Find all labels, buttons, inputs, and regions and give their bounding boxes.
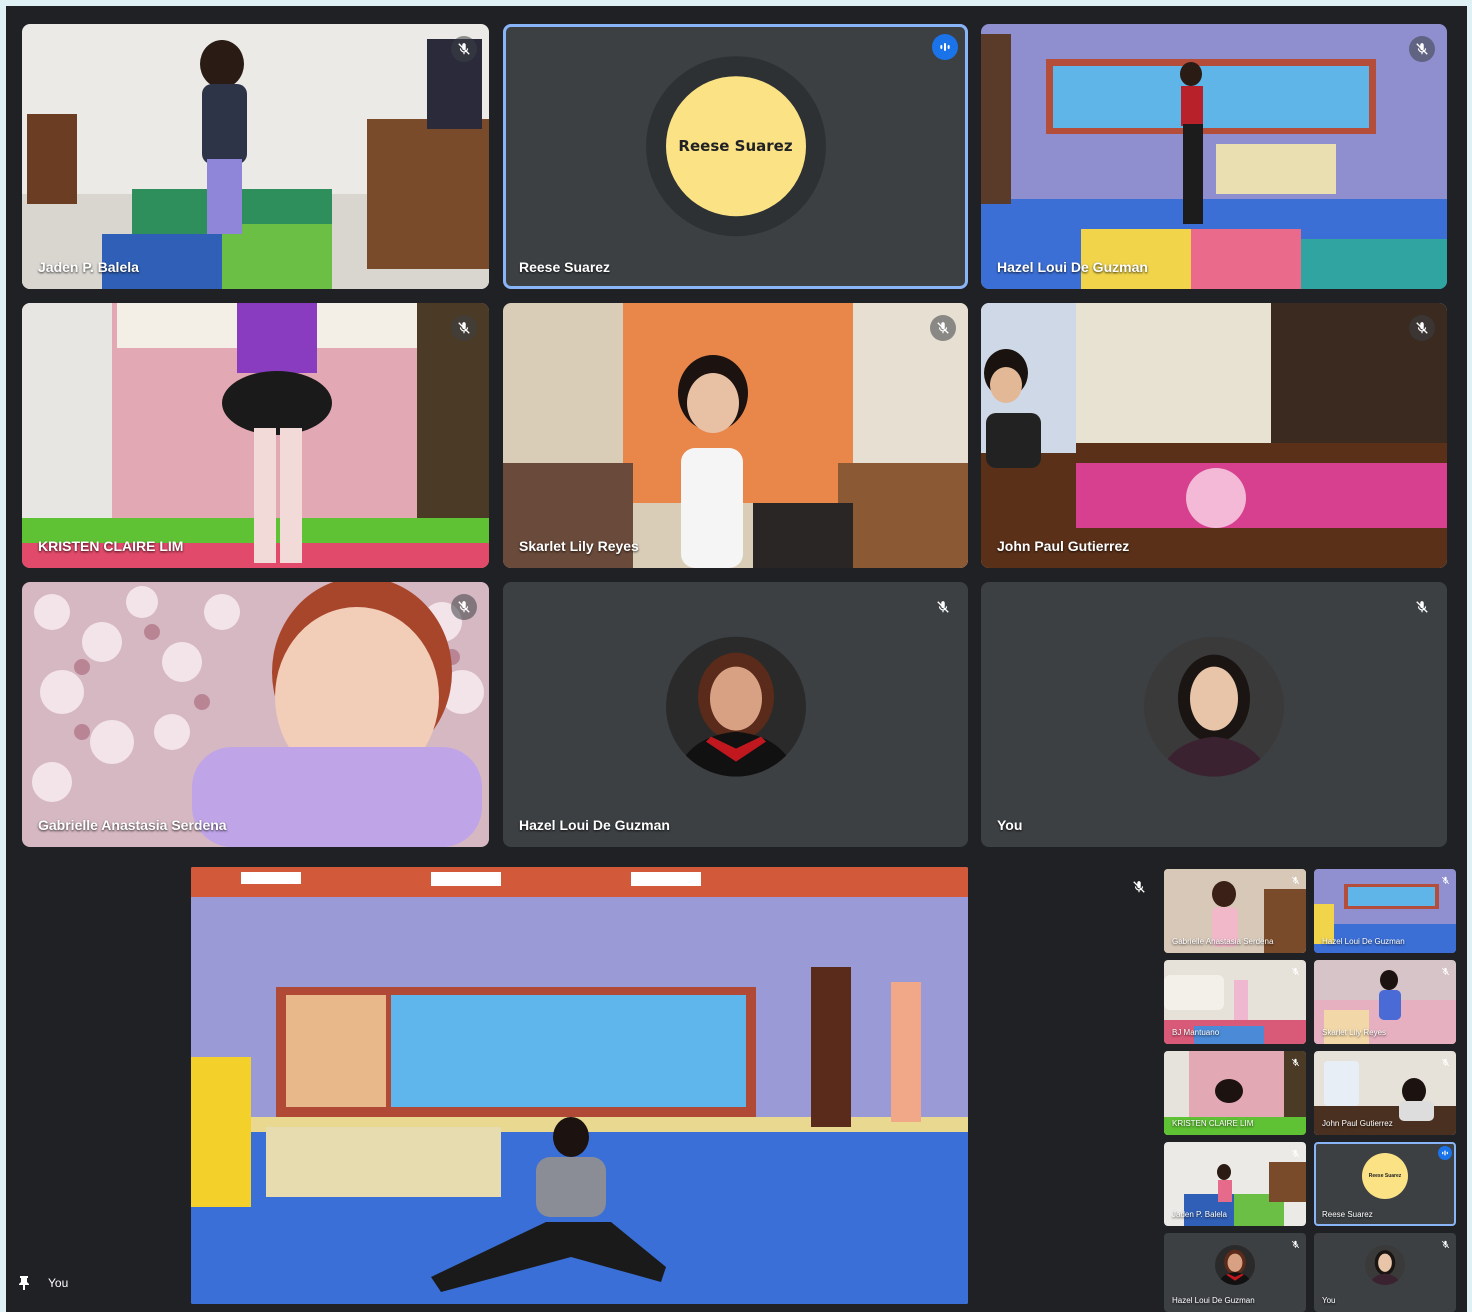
mic-off-icon xyxy=(1409,594,1435,620)
participant-tile-self[interactable]: You xyxy=(981,582,1447,847)
thumbnail-hazel-avatar[interactable]: Hazel Loui De Guzman xyxy=(1164,1233,1306,1312)
thumbnail-hazel-video[interactable]: Hazel Loui De Guzman xyxy=(1314,869,1456,953)
participant-name: Jaden P. Balela xyxy=(38,259,139,275)
thumbnail-self[interactable]: You xyxy=(1314,1233,1456,1312)
thumbnail-name: Hazel Loui De Guzman xyxy=(1322,937,1405,946)
participant-name: Gabrielle Anastasia Serdena xyxy=(38,817,227,833)
participant-name: Hazel Loui De Guzman xyxy=(997,259,1148,275)
participant-name: Hazel Loui De Guzman xyxy=(519,817,670,833)
participant-name: KRISTEN CLAIRE LIM xyxy=(38,538,184,554)
thumbnail-jaden[interactable]: Jaden P. Balela xyxy=(1164,1142,1306,1226)
thumbnail-reese[interactable]: Reese Suarez Reese Suarez xyxy=(1314,1142,1456,1226)
initials-avatar: Reese Suarez xyxy=(665,75,806,216)
mic-off-icon xyxy=(1409,36,1435,62)
initials-avatar: Reese Suarez xyxy=(1362,1152,1408,1199)
pinned-self-label: You xyxy=(18,1276,68,1290)
speaking-indicator-icon xyxy=(1438,1146,1452,1160)
thumbnail-name: You xyxy=(1322,1296,1336,1305)
speaking-indicator-icon xyxy=(932,34,958,60)
mic-off-icon xyxy=(1288,1055,1302,1069)
participant-name: Reese Suarez xyxy=(519,259,611,275)
mic-off-icon xyxy=(930,315,956,341)
participant-tile-jaden[interactable]: Jaden P. Balela xyxy=(22,24,489,289)
mic-off-icon xyxy=(1288,1237,1302,1251)
thumbnail-name: Hazel Loui De Guzman xyxy=(1172,1296,1255,1305)
video-feed xyxy=(191,867,968,1304)
thumbnail-name: Skarlet Lily Reyes xyxy=(1322,1028,1387,1037)
mic-off-icon xyxy=(1126,874,1152,900)
mic-off-icon xyxy=(451,36,477,62)
mic-off-icon xyxy=(1438,964,1452,978)
pinned-layout: You Gabrielle Anastasia Serdena Hazel Lo… xyxy=(6,860,1467,1312)
mic-off-icon xyxy=(1288,873,1302,887)
profile-photo xyxy=(665,636,806,777)
thumbnail-name: BJ Mantuano xyxy=(1172,1028,1220,1037)
meeting-grid: Jaden P. Balela Reese Suarez Reese Suare… xyxy=(6,6,1467,860)
participant-name: You xyxy=(997,817,1023,833)
participant-tile-hazel-video[interactable]: Hazel Loui De Guzman xyxy=(981,24,1447,289)
video-feed xyxy=(981,303,1447,568)
thumbnail-name: KRISTEN CLAIRE LIM xyxy=(1172,1119,1254,1128)
pinned-video[interactable] xyxy=(191,867,968,1304)
thumbnail-bj[interactable]: BJ Mantuano xyxy=(1164,960,1306,1044)
thumbnail-kristen[interactable]: KRISTEN CLAIRE LIM xyxy=(1164,1051,1306,1135)
video-feed xyxy=(981,24,1447,289)
thumbnail-gabrielle[interactable]: Gabrielle Anastasia Serdena xyxy=(1164,869,1306,953)
participant-tile-kristen[interactable]: KRISTEN CLAIRE LIM xyxy=(22,303,489,568)
video-feed xyxy=(22,24,489,289)
mic-off-icon xyxy=(1438,1055,1452,1069)
thumbnail-name: John Paul Gutierrez xyxy=(1322,1119,1393,1128)
mic-off-icon xyxy=(1409,315,1435,341)
mic-off-icon xyxy=(1288,1146,1302,1160)
avatar-ring: Reese Suarez xyxy=(645,55,826,236)
mic-off-icon xyxy=(451,594,477,620)
mic-off-icon xyxy=(1438,873,1452,887)
video-feed xyxy=(22,582,489,847)
participant-tile-skarlet[interactable]: Skarlet Lily Reyes xyxy=(503,303,968,568)
profile-photo xyxy=(1144,636,1284,777)
mic-off-icon xyxy=(1288,964,1302,978)
thumbnail-name: Jaden P. Balela xyxy=(1172,1210,1228,1219)
participant-name: John Paul Gutierrez xyxy=(997,538,1130,554)
mic-off-icon xyxy=(930,594,956,620)
participant-tile-hazel-avatar[interactable]: Hazel Loui De Guzman xyxy=(503,582,968,847)
pin-icon[interactable] xyxy=(18,1276,30,1290)
thumbnail-name: Reese Suarez xyxy=(1322,1210,1373,1219)
participant-tile-gabrielle[interactable]: Gabrielle Anastasia Serdena xyxy=(22,582,489,847)
profile-photo xyxy=(1365,1244,1405,1285)
participant-name: Skarlet Lily Reyes xyxy=(519,538,639,554)
mic-off-icon xyxy=(451,315,477,341)
mic-off-icon xyxy=(1438,1237,1452,1251)
profile-photo xyxy=(1215,1244,1255,1285)
thumbnail-john-paul[interactable]: John Paul Gutierrez xyxy=(1314,1051,1456,1135)
video-feed xyxy=(22,303,489,568)
video-feed xyxy=(503,303,968,568)
thumbnail-skarlet[interactable]: Skarlet Lily Reyes xyxy=(1314,960,1456,1044)
participant-tile-reese[interactable]: Reese Suarez Reese Suarez xyxy=(503,24,968,289)
pinned-label: You xyxy=(48,1276,69,1290)
participant-tile-john-paul[interactable]: John Paul Gutierrez xyxy=(981,303,1447,568)
thumbnail-name: Gabrielle Anastasia Serdena xyxy=(1172,937,1274,946)
